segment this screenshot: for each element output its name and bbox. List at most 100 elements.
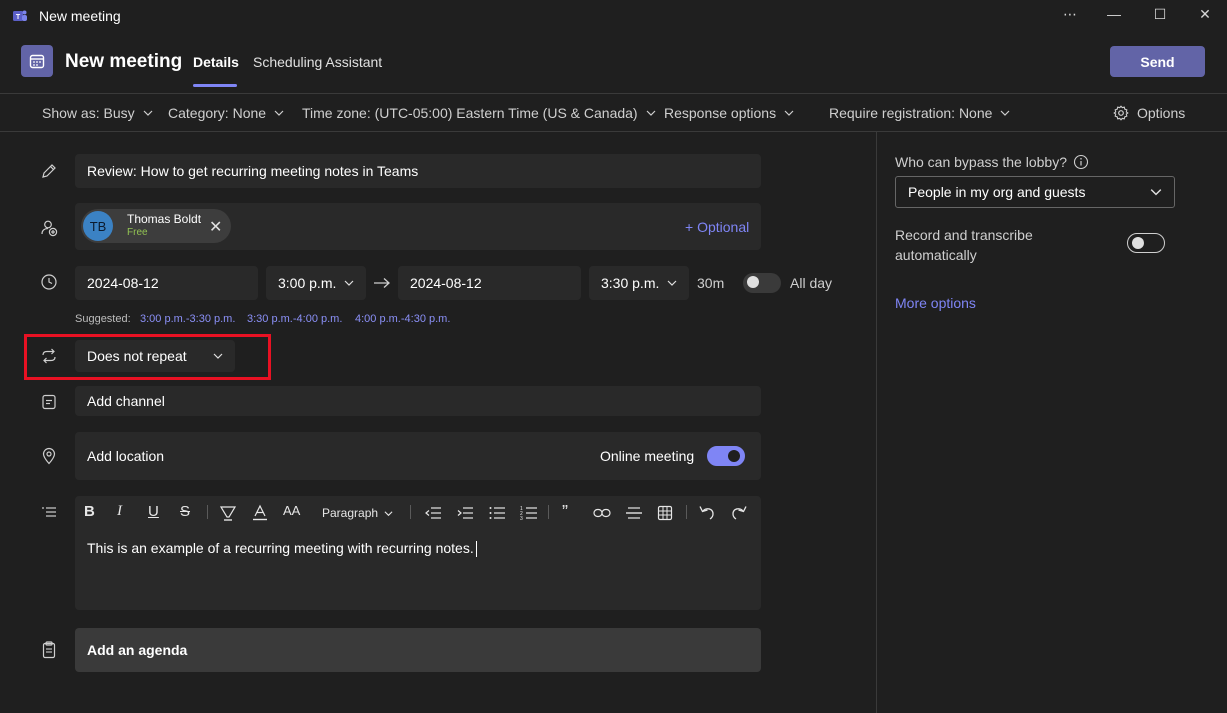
page-title: New meeting [65, 51, 183, 72]
response-options-dropdown[interactable]: Response options [664, 105, 794, 121]
info-icon[interactable] [1073, 154, 1089, 170]
font-color-icon[interactable] [251, 504, 269, 521]
add-person-icon [41, 220, 58, 237]
location-pin-icon [42, 447, 56, 465]
underline-icon[interactable]: U [148, 503, 159, 520]
quote-icon[interactable]: ” [562, 502, 568, 523]
all-day-label: All day [790, 275, 833, 291]
chevron-down-icon [667, 280, 677, 286]
end-date-value: 2024-08-12 [410, 275, 482, 291]
suggestion-link[interactable]: 4:00 p.m.-4:30 p.m. [355, 313, 450, 325]
end-time-dropdown[interactable]: 3:30 p.m. [589, 266, 689, 300]
record-label-line1: Record and transcribe [895, 227, 1033, 243]
strikethrough-icon[interactable]: S [180, 503, 190, 520]
chevron-down-icon [1150, 189, 1162, 196]
notes-body-content: This is an example of a recurring meetin… [87, 540, 474, 556]
end-date-input[interactable]: 2024-08-12 [398, 266, 581, 300]
more-icon[interactable]: ⋯ [1058, 6, 1082, 26]
avatar: TB [83, 211, 113, 241]
lobby-bypass-dropdown[interactable]: People in my org and guests [895, 176, 1175, 208]
tab-details[interactable]: Details [193, 54, 239, 70]
bulleted-list-icon[interactable] [488, 505, 506, 521]
clock-icon [41, 274, 57, 290]
decrease-indent-icon[interactable] [424, 505, 442, 521]
channel-icon [42, 394, 56, 410]
remove-attendee-icon[interactable]: ✕ [209, 217, 222, 237]
start-time-dropdown[interactable]: 3:00 p.m. [266, 266, 366, 300]
response-options-label: Response options [664, 105, 777, 121]
toolbar-separator [410, 505, 411, 519]
bold-icon[interactable]: B [84, 503, 95, 520]
time-zone-label: Time zone: (UTC-05:00) Eastern Time (US … [302, 105, 638, 121]
toolbar-separator [207, 505, 208, 519]
teams-logo-icon: T [13, 10, 27, 21]
gear-icon [1113, 105, 1129, 121]
options-button[interactable]: Options [1113, 105, 1185, 121]
toolbar-separator [686, 505, 687, 519]
record-label-line2: automatically [895, 247, 977, 263]
category-dropdown[interactable]: Category: None [168, 105, 284, 121]
channel-placeholder: Add channel [87, 393, 165, 409]
close-window-button[interactable]: ✕ [1193, 6, 1217, 26]
show-as-dropdown[interactable]: Show as: Busy [42, 105, 153, 121]
increase-indent-icon[interactable] [456, 505, 474, 521]
location-placeholder: Add location [87, 448, 165, 464]
end-time-value: 3:30 p.m. [601, 275, 660, 291]
arrow-right-icon [374, 278, 390, 288]
minimize-button[interactable]: — [1102, 6, 1126, 26]
add-optional-link[interactable]: + Optional [685, 219, 749, 235]
numbered-list-icon[interactable]: 1 2 3 [520, 505, 538, 521]
window-title: New meeting [39, 8, 121, 24]
pane-divider [876, 132, 877, 713]
redo-icon[interactable] [730, 504, 748, 520]
channel-input[interactable]: Add channel [75, 386, 761, 416]
svg-text:3: 3 [520, 516, 523, 521]
meeting-header [0, 32, 1227, 94]
suggestion-link[interactable]: 3:30 p.m.-4:00 p.m. [247, 313, 342, 325]
online-meeting-toggle[interactable] [707, 446, 745, 466]
text-cursor [475, 541, 477, 558]
toolbar-separator [548, 505, 549, 519]
require-registration-dropdown[interactable]: Require registration: None [829, 105, 1010, 121]
undo-icon[interactable] [698, 504, 716, 520]
show-as-label: Show as: Busy [42, 105, 135, 121]
category-label: Category: None [168, 105, 267, 121]
chevron-down-icon [646, 110, 656, 116]
lobby-label: Who can bypass the lobby? [895, 154, 1067, 170]
online-meeting-label: Online meeting [600, 448, 695, 464]
start-time-value: 3:00 p.m. [278, 275, 337, 291]
chevron-down-icon [344, 280, 354, 286]
chevron-down-icon [274, 110, 284, 116]
all-day-toggle[interactable] [743, 273, 781, 293]
highlight-box [24, 334, 271, 380]
table-icon[interactable] [657, 505, 673, 521]
attendee-status: Free [127, 227, 148, 238]
suggestion-link[interactable]: 3:00 p.m.-3:30 p.m. [140, 313, 235, 325]
chevron-down-icon [784, 110, 794, 116]
title-value: Review: How to get recurring meeting not… [87, 163, 419, 179]
italic-icon[interactable]: I [117, 503, 122, 520]
highlight-icon[interactable] [219, 505, 237, 521]
font-size-icon[interactable]: AA [283, 503, 300, 518]
suggested-label: Suggested: [75, 313, 131, 325]
maximize-button[interactable]: ☐ [1148, 6, 1172, 26]
tab-scheduling-assistant[interactable]: Scheduling Assistant [253, 54, 382, 70]
notes-body-text[interactable]: This is an example of a recurring meetin… [87, 540, 477, 558]
horizontal-rule-icon[interactable] [625, 505, 643, 521]
title-input[interactable]: Review: How to get recurring meeting not… [75, 154, 761, 188]
chevron-down-icon [143, 110, 153, 116]
agenda-label: Add an agenda [87, 642, 188, 658]
duration-label: 30m [697, 275, 725, 291]
time-zone-dropdown[interactable]: Time zone: (UTC-05:00) Eastern Time (US … [302, 105, 656, 121]
tab-selected-indicator [193, 84, 237, 87]
record-transcribe-label: Record and transcribe automatically [895, 225, 1033, 265]
send-button[interactable]: Send [1110, 46, 1205, 77]
paragraph-dropdown[interactable]: Paragraph [322, 506, 393, 520]
chevron-down-icon [1000, 110, 1010, 116]
add-agenda-button[interactable]: Add an agenda [75, 628, 761, 672]
link-icon[interactable] [593, 506, 611, 520]
pencil-icon [42, 164, 56, 178]
record-transcribe-toggle[interactable] [1127, 233, 1165, 253]
start-date-input[interactable]: 2024-08-12 [75, 266, 258, 300]
more-options-link[interactable]: More options [895, 295, 976, 311]
